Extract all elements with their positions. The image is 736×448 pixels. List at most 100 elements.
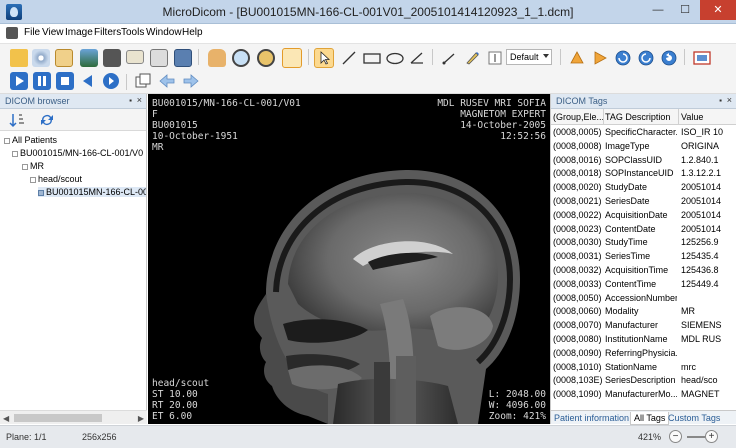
table-row[interactable]: (0008,0090) ReferringPhysicia... (551, 347, 736, 361)
reset-icon[interactable] (660, 49, 678, 67)
help-icon[interactable] (174, 49, 192, 67)
table-row[interactable]: (0008,0031) SeriesTime 125435.4 (551, 250, 736, 264)
menu-help[interactable]: Help (182, 27, 203, 38)
tree-item-series[interactable]: head/scout (30, 174, 82, 184)
flip-horizontal-icon[interactable] (591, 49, 609, 67)
column-header-group-element[interactable]: (Group,Ele... (553, 112, 604, 122)
zoom-slider[interactable] (687, 436, 705, 438)
table-row[interactable]: (0008,0016) SOPClassUID 1.2.840.1 (551, 154, 736, 168)
tree-item-modality[interactable]: MR (22, 161, 44, 171)
chevron-down-icon (543, 54, 549, 58)
table-row[interactable]: (0008,1010) StationName mrc (551, 361, 736, 375)
open-cd-icon[interactable] (32, 49, 50, 67)
rotate-left-icon[interactable] (614, 49, 632, 67)
menu-file[interactable]: File (24, 27, 40, 38)
table-row[interactable]: (0008,0070) Manufacturer SIEMENS (551, 319, 736, 333)
table-row[interactable]: (0008,0023) ContentDate 20051014 (551, 223, 736, 237)
refresh-icon[interactable] (38, 111, 56, 129)
patient-sex: F (152, 109, 158, 120)
column-header-value[interactable]: Value (681, 112, 703, 122)
table-row[interactable]: (0008,0032) AcquisitionTime 125436.8 (551, 264, 736, 278)
close-button[interactable]: ✕ (700, 0, 736, 20)
tree-item-all-patients[interactable]: All Patients (4, 135, 57, 145)
zoom-in-button[interactable]: + (705, 430, 718, 443)
line-tool-icon[interactable] (340, 49, 358, 67)
tree-item-image[interactable]: BU001015MN-166-CL-001 (38, 187, 146, 197)
tab-custom-tags[interactable]: Custom Tags (665, 412, 723, 425)
open-dicomdir-icon[interactable] (55, 49, 73, 67)
menu-tools[interactable]: Tools (121, 27, 144, 38)
tree-expander-icon[interactable] (22, 163, 28, 170)
table-row[interactable]: (0008,0005) SpecificCharacter... ISO_IR 10 (551, 126, 736, 140)
export-video-icon[interactable] (103, 49, 121, 67)
menu-view[interactable]: View (42, 27, 64, 38)
window-preset-select[interactable]: Default (506, 49, 552, 65)
rectangle-tool-icon[interactable] (362, 49, 382, 67)
tree-item-patient[interactable]: BU001015/MN-166-CL-001/V0 (12, 148, 143, 158)
tag-id-cell: (0008,0080) (553, 334, 602, 344)
close-panel-icon[interactable]: × (137, 95, 142, 105)
stop-icon[interactable] (56, 72, 74, 90)
menu-bar: File View Image Filters Tools Window Hel… (0, 24, 736, 42)
previous-frame-icon[interactable] (79, 72, 97, 90)
tree-expander-icon[interactable] (30, 176, 36, 183)
arrow-annotation-icon[interactable] (440, 49, 458, 67)
pin-icon[interactable]: ▪ (129, 96, 132, 105)
menu-image[interactable]: Image (65, 27, 93, 38)
table-row[interactable]: (0008,0008) ImageType ORIGINA (551, 140, 736, 154)
close-panel-icon[interactable]: × (727, 95, 732, 105)
rotate-right-icon[interactable] (637, 49, 655, 67)
email-icon[interactable] (126, 50, 144, 64)
sort-icon[interactable] (8, 111, 26, 129)
maximize-button[interactable]: ☐ (672, 0, 698, 20)
table-row[interactable]: (0008,103E) SeriesDescription head/sco (551, 374, 736, 388)
tree-expander-icon[interactable] (12, 150, 18, 157)
full-screen-icon[interactable] (692, 49, 712, 67)
scrollbar-thumb[interactable] (14, 414, 102, 422)
menu-filters[interactable]: Filters (94, 27, 121, 38)
next-frame-icon[interactable] (102, 72, 120, 90)
pencil-icon[interactable] (463, 49, 481, 67)
browser-horizontal-scrollbar[interactable]: ◀ ▶ (0, 410, 147, 424)
scroll-left-icon[interactable]: ◀ (3, 414, 9, 423)
table-row[interactable]: (0008,0033) ContentTime 125449.4 (551, 278, 736, 292)
open-folder-icon[interactable] (10, 49, 28, 67)
table-row[interactable]: (0008,0050) AccessionNumber (551, 292, 736, 306)
pause-icon[interactable] (33, 72, 51, 90)
print-icon[interactable] (150, 49, 168, 67)
minimize-button[interactable]: — (645, 0, 671, 20)
play-icon[interactable] (10, 72, 28, 90)
angle-tool-icon[interactable] (408, 49, 426, 67)
tab-patient-information[interactable]: Patient information (551, 412, 632, 425)
tab-all-tags[interactable]: All Tags (630, 412, 670, 425)
table-row[interactable]: (0008,0020) StudyDate 20051014 (551, 181, 736, 195)
magnify-icon[interactable] (232, 49, 250, 67)
zoom-out-button[interactable]: − (669, 430, 682, 443)
ellipse-tool-icon[interactable] (385, 49, 405, 67)
table-row[interactable]: (0008,0060) Modality MR (551, 305, 736, 319)
table-row[interactable]: (0008,1090) ManufacturerMo... MAGNET (551, 388, 736, 402)
table-row[interactable]: (0008,0022) AcquisitionDate 20051014 (551, 209, 736, 223)
column-header-description[interactable]: TAG Description (605, 112, 670, 122)
pin-icon[interactable]: ▪ (719, 96, 722, 105)
pointer-arrow-icon[interactable] (314, 48, 334, 68)
back-arrow-icon[interactable] (158, 72, 176, 90)
scroll-right-icon[interactable]: ▶ (138, 414, 144, 423)
forward-arrow-icon[interactable] (182, 72, 200, 90)
image-viewer[interactable]: BU001015/MN-166-CL-001/V01 F BU001015 10… (148, 94, 550, 424)
sync-windows-icon[interactable] (134, 72, 152, 90)
tree-expander-icon[interactable] (4, 137, 10, 144)
fit-window-icon[interactable] (282, 48, 302, 68)
export-image-icon[interactable] (80, 49, 98, 67)
flip-vertical-icon[interactable] (568, 49, 586, 67)
table-row[interactable]: (0008,0080) InstitutionName MDL RUS (551, 333, 736, 347)
document-menu-icon[interactable] (6, 27, 18, 39)
table-row[interactable]: (0008,0018) SOPInstanceUID 1.3.12.2.1 (551, 167, 736, 181)
zoom-icon[interactable] (257, 49, 275, 67)
table-row[interactable]: (0008,0021) SeriesDate 20051014 (551, 195, 736, 209)
table-row[interactable]: (0008,0030) StudyTime 125256.9 (551, 236, 736, 250)
pan-hand-icon[interactable] (208, 49, 226, 67)
dicom-tags-header: DICOM Tags ▪ × (551, 94, 736, 109)
menu-window[interactable]: Window (146, 27, 182, 38)
text-annotation-icon[interactable] (486, 49, 504, 67)
